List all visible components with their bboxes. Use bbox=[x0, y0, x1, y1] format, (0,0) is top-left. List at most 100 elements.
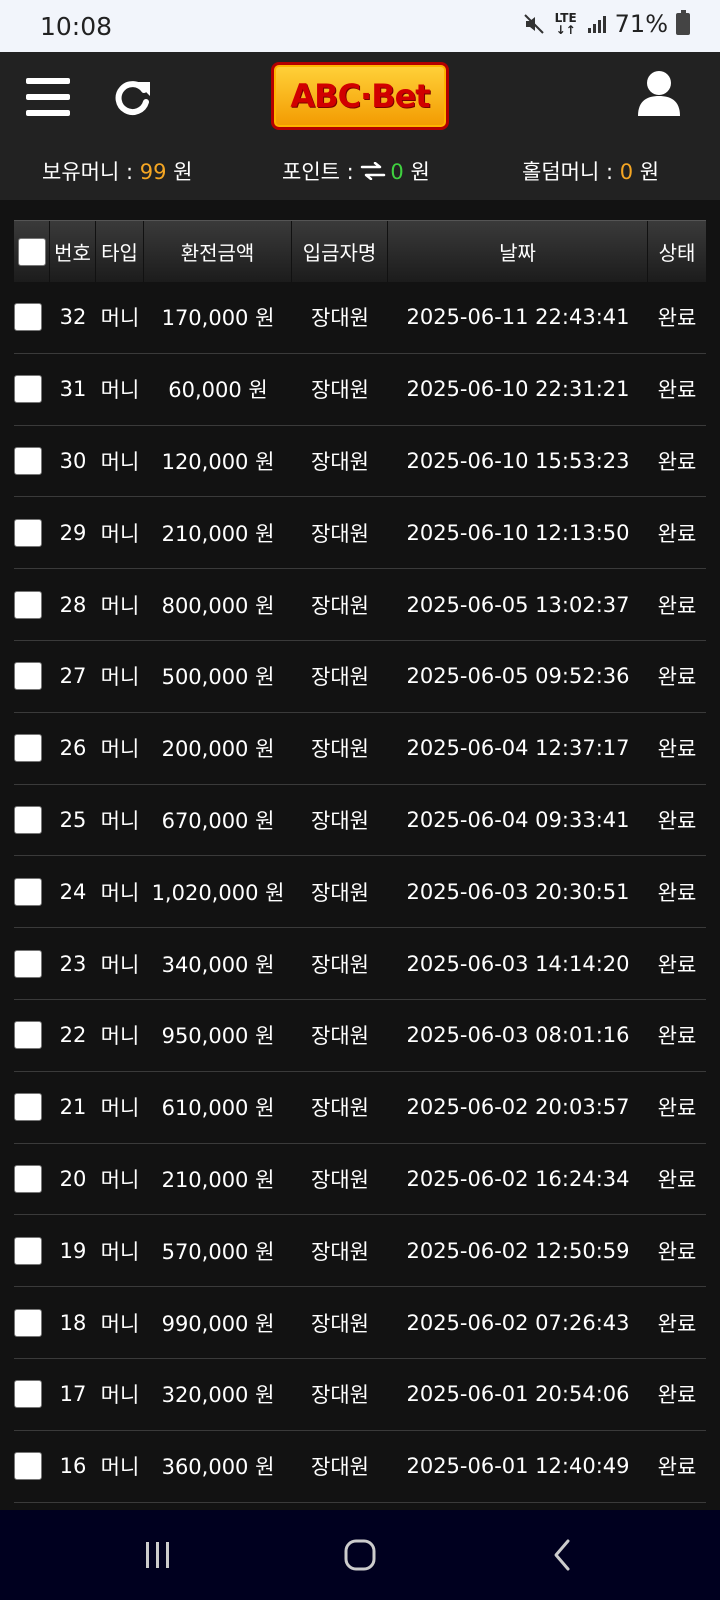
row-amount: 210,000 원 bbox=[161, 521, 275, 546]
table-row[interactable]: 25 머니 670,000 원 장대원 2025-06-04 09:33:41 완료 bbox=[14, 785, 706, 857]
row-type: 머니 bbox=[100, 1311, 140, 1336]
row-date: 2025-06-02 16:24:34 bbox=[406, 1166, 630, 1191]
balance-bar: 보유머니 : 99 원 포인트 : 0 원 홀덤머니 : 0 원 bbox=[0, 156, 720, 196]
row-checkbox[interactable] bbox=[14, 1452, 42, 1481]
table-body: 32 머니 170,000 원 장대원 2025-06-11 22:43:41 완료 31 머… bbox=[14, 282, 706, 1503]
row-type: 머니 bbox=[100, 1096, 140, 1121]
user-icon[interactable] bbox=[636, 70, 682, 118]
row-checkbox[interactable] bbox=[14, 303, 42, 332]
row-select-cell bbox=[14, 518, 50, 547]
row-checkbox[interactable] bbox=[14, 375, 42, 404]
table-row[interactable]: 28 머니 800,000 원 장대원 2025-06-05 13:02:37 완료 bbox=[14, 569, 706, 641]
table-row[interactable]: 26 머니 200,000 원 장대원 2025-06-04 12:37:17 완료 bbox=[14, 713, 706, 785]
row-checkbox[interactable] bbox=[14, 662, 42, 691]
home-icon[interactable] bbox=[330, 1538, 390, 1574]
recent-apps-icon[interactable] bbox=[128, 1538, 188, 1574]
row-amount: 950,000 원 bbox=[161, 1024, 275, 1049]
table-row[interactable]: 21 머니 610,000 원 장대원 2025-06-02 20:03:57 완료 bbox=[14, 1072, 706, 1144]
table-row[interactable]: 31 머니 60,000 원 장대원 2025-06-10 22:31:21 완료 bbox=[14, 354, 706, 426]
row-select-cell bbox=[14, 1021, 50, 1050]
row-date: 2025-06-10 22:31:21 bbox=[406, 377, 630, 402]
col-no: 번호 bbox=[50, 221, 96, 282]
row-status: 완료 bbox=[657, 1383, 697, 1408]
row-no: 27 bbox=[59, 664, 87, 689]
row-depositor: 장대원 bbox=[311, 449, 369, 474]
lte-label: LTE bbox=[554, 11, 577, 25]
row-checkbox[interactable] bbox=[14, 1021, 42, 1050]
table-row[interactable]: 17 머니 320,000 원 장대원 2025-06-01 20:54:06 완료 bbox=[14, 1359, 706, 1431]
row-type: 머니 bbox=[100, 737, 140, 762]
row-checkbox[interactable] bbox=[14, 949, 42, 978]
row-date: 2025-06-03 14:14:20 bbox=[406, 951, 630, 976]
row-depositor: 장대원 bbox=[311, 521, 369, 546]
row-date: 2025-06-05 13:02:37 bbox=[406, 592, 630, 617]
table-row[interactable]: 23 머니 340,000 원 장대원 2025-06-03 14:14:20 완료 bbox=[14, 928, 706, 1000]
logo[interactable]: ABC·Bet bbox=[271, 62, 449, 130]
row-no: 30 bbox=[59, 448, 87, 473]
table-row[interactable]: 24 머니 1,020,000 원 장대원 2025-06-03 20:30:51 완료 bbox=[14, 856, 706, 929]
refresh-icon[interactable] bbox=[110, 76, 154, 120]
row-no: 20 bbox=[59, 1166, 87, 1191]
row-select-cell bbox=[14, 375, 50, 404]
table-row[interactable]: 29 머니 210,000 원 장대원 2025-06-10 12:13:50 완료 bbox=[14, 497, 706, 570]
row-depositor: 장대원 bbox=[311, 1311, 369, 1336]
row-checkbox[interactable] bbox=[14, 590, 42, 619]
balance-value: 99 bbox=[139, 160, 167, 184]
row-amount: 800,000 원 bbox=[161, 593, 275, 618]
menu-button[interactable] bbox=[26, 78, 70, 118]
row-checkbox[interactable] bbox=[14, 446, 42, 475]
status-icons: LTE ↓↑ 71% bbox=[523, 10, 690, 38]
table-row[interactable]: 16 머니 360,000 원 장대원 2025-06-01 12:40:49 완료 bbox=[14, 1431, 706, 1503]
select-all-checkbox[interactable] bbox=[17, 237, 46, 266]
row-status: 완료 bbox=[657, 737, 697, 762]
row-checkbox[interactable] bbox=[14, 1236, 42, 1265]
row-amount: 320,000 원 bbox=[161, 1383, 275, 1408]
transfer-arrows-icon[interactable] bbox=[360, 161, 386, 181]
row-checkbox[interactable] bbox=[14, 1380, 42, 1409]
table-row[interactable]: 19 머니 570,000 원 장대원 2025-06-02 12:50:59 완료 bbox=[14, 1215, 706, 1288]
row-checkbox[interactable] bbox=[14, 518, 42, 547]
table-row[interactable]: 18 머니 990,000 원 장대원 2025-06-02 07:26:43 완료 bbox=[14, 1287, 706, 1359]
table-row[interactable]: 27 머니 500,000 원 장대원 2025-06-05 09:52:36 완료 bbox=[14, 641, 706, 713]
table-row[interactable]: 20 머니 210,000 원 장대원 2025-06-02 16:24:34 완료 bbox=[14, 1144, 706, 1216]
row-status: 완료 bbox=[657, 952, 697, 977]
row-type: 머니 bbox=[100, 521, 140, 546]
col-depositor: 입금자명 bbox=[292, 221, 388, 282]
row-type: 머니 bbox=[100, 306, 140, 331]
holdem-unit: 원 bbox=[633, 160, 660, 184]
row-type: 머니 bbox=[100, 665, 140, 690]
row-status: 완료 bbox=[657, 1311, 697, 1336]
row-checkbox[interactable] bbox=[14, 734, 42, 763]
row-depositor: 장대원 bbox=[311, 808, 369, 833]
back-icon[interactable] bbox=[534, 1538, 594, 1574]
table-row[interactable]: 22 머니 950,000 원 장대원 2025-06-03 08:01:16 완료 bbox=[14, 1000, 706, 1072]
row-no: 18 bbox=[59, 1310, 87, 1335]
row-type: 머니 bbox=[100, 1383, 140, 1408]
row-depositor: 장대원 bbox=[311, 952, 369, 977]
row-status: 완료 bbox=[657, 593, 697, 618]
row-date: 2025-06-10 12:13:50 bbox=[406, 520, 630, 545]
row-checkbox[interactable] bbox=[14, 1093, 42, 1122]
row-depositor: 장대원 bbox=[311, 1239, 369, 1264]
table-row[interactable]: 30 머니 120,000 원 장대원 2025-06-10 15:53:23 완료 bbox=[14, 426, 706, 498]
row-date: 2025-06-02 12:50:59 bbox=[406, 1238, 630, 1263]
exchange-history-table: 번호 타입 환전금액 입금자명 날짜 상태 32 머니 170,000 원 장대원 20… bbox=[14, 220, 706, 1503]
row-checkbox[interactable] bbox=[14, 805, 42, 834]
row-type: 머니 bbox=[100, 593, 140, 618]
row-checkbox[interactable] bbox=[14, 1164, 42, 1193]
select-all-cell bbox=[14, 221, 50, 282]
row-date: 2025-06-02 07:26:43 bbox=[406, 1310, 630, 1335]
row-checkbox[interactable] bbox=[14, 1308, 42, 1337]
row-select-cell bbox=[14, 1236, 50, 1265]
row-amount: 670,000 원 bbox=[161, 808, 275, 833]
row-date: 2025-06-01 20:54:06 bbox=[406, 1382, 630, 1407]
balance-money: 보유머니 : 99 원 bbox=[42, 156, 192, 186]
row-depositor: 장대원 bbox=[311, 737, 369, 762]
hamburger-line bbox=[26, 110, 70, 116]
table-row[interactable]: 32 머니 170,000 원 장대원 2025-06-11 22:43:41 완료 bbox=[14, 282, 706, 354]
battery-percent: 71% bbox=[614, 10, 668, 38]
row-amount: 210,000 원 bbox=[161, 1167, 275, 1192]
row-checkbox[interactable] bbox=[14, 877, 42, 906]
lte-icon: LTE ↓↑ bbox=[554, 11, 577, 37]
row-no: 29 bbox=[59, 520, 87, 545]
